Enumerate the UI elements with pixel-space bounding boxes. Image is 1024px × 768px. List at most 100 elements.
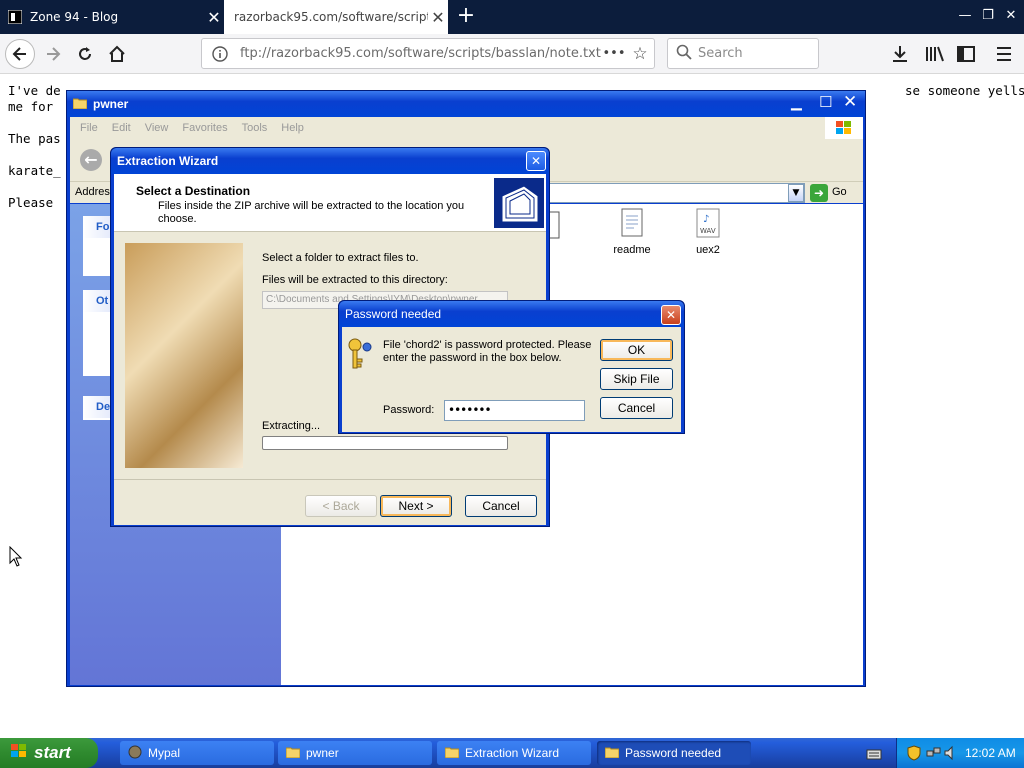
tab-close-icon[interactable]: ✕ (204, 8, 224, 27)
back-icon[interactable] (5, 39, 35, 69)
wizard-titlebar[interactable]: Extraction Wizard (111, 148, 549, 174)
maximize-icon[interactable]: ☐ (819, 93, 832, 111)
taskbar-item-extraction-wizard[interactable]: Extraction Wizard (437, 741, 591, 765)
network-icon[interactable] (925, 745, 941, 764)
menu-favorites[interactable]: Favorites (182, 122, 227, 134)
chevron-down-icon[interactable]: ▼ (788, 184, 804, 202)
wizard-divider (114, 479, 546, 480)
address-input[interactable] (540, 183, 805, 203)
reload-icon[interactable] (70, 39, 100, 69)
page-text-line: karate_ (8, 163, 61, 178)
explorer-menubar: File Edit View Favorites Tools Help (70, 117, 863, 139)
file-name: readme (613, 244, 651, 256)
minimize-icon[interactable]: — (954, 6, 976, 26)
info-icon[interactable] (208, 45, 232, 62)
search-icon (676, 44, 692, 64)
file-item[interactable]: readme (597, 208, 667, 262)
taskbar-item-label: Password needed (625, 746, 722, 760)
page-text-line: I've de (8, 83, 61, 98)
page-text-line: Please (8, 195, 61, 210)
back-button[interactable]: < Back (305, 495, 377, 517)
directory-label: Files will be extracted to this director… (262, 274, 448, 286)
wizard-side-image (125, 243, 243, 468)
windows-logo-icon (825, 117, 863, 139)
menu-icon[interactable] (994, 44, 1014, 68)
mypal-icon (128, 745, 142, 762)
key-icon (346, 337, 376, 375)
password-dialog: Password needed ✕ File 'chord2' is passw… (338, 300, 685, 434)
sidebar-icon[interactable] (956, 44, 976, 68)
system-tray: 12:02 AM (896, 738, 1024, 768)
search-input[interactable]: Search (667, 38, 819, 69)
windows-flag-icon (10, 743, 28, 764)
password-dialog-titlebar[interactable]: Password needed (339, 301, 684, 327)
next-button[interactable]: Next > (380, 495, 452, 517)
keyboard-icon[interactable] (866, 746, 882, 765)
bookmark-star-icon[interactable]: ☆ (626, 44, 654, 64)
security-shield-icon[interactable] (907, 745, 921, 764)
start-button[interactable]: start (0, 738, 98, 768)
minimize-icon[interactable]: ▁ (791, 95, 802, 111)
cancel-button[interactable]: Cancel (600, 397, 673, 419)
svg-text:♪: ♪ (703, 214, 709, 225)
cancel-button[interactable]: Cancel (465, 495, 537, 517)
explorer-title: pwner (93, 97, 129, 111)
tab-close-icon[interactable]: ✕ (428, 8, 448, 27)
close-icon[interactable]: ✕ (526, 151, 546, 171)
page-actions-icon[interactable]: ••• (602, 46, 626, 61)
back-icon[interactable]: ← (80, 149, 102, 171)
taskbar-item-pwner[interactable]: pwner (278, 741, 432, 765)
extracting-label: Extracting... (262, 420, 321, 432)
close-icon[interactable]: ✕ (661, 305, 681, 325)
file-item[interactable]: ♪ WAV uex2 (673, 208, 743, 262)
mouse-cursor-icon (9, 545, 23, 572)
menu-view[interactable]: View (145, 122, 169, 134)
tab-note-txt[interactable]: razorback95.com/software/scripts/bass ✕ (224, 0, 448, 34)
page-text-line-right: se someone yells at (905, 83, 1024, 98)
downloads-icon[interactable] (890, 44, 910, 68)
extraction-progress-bar (262, 436, 508, 450)
folder-icon (285, 746, 301, 761)
password-message: File 'chord2' is password protected. Ple… (383, 339, 592, 364)
go-arrow-icon[interactable]: ➜ (810, 184, 828, 202)
tab-title: Zone 94 - Blog (30, 10, 119, 24)
url-text: ftp://razorback95.com/software/scripts/b… (240, 46, 601, 61)
search-placeholder: Search (698, 46, 743, 61)
volume-icon[interactable] (943, 745, 959, 764)
home-icon[interactable] (102, 39, 132, 69)
page-text-line: The pas (8, 131, 61, 146)
page-text-line: me for (8, 99, 54, 114)
ok-button[interactable]: OK (600, 339, 673, 361)
wizard-header: Select a Destination Files inside the ZI… (114, 174, 546, 232)
menu-tools[interactable]: Tools (242, 122, 268, 134)
file-name: uex2 (696, 244, 720, 256)
restore-icon[interactable]: ❐ (977, 6, 999, 26)
new-tab-icon[interactable]: + (454, 4, 478, 28)
close-window-icon[interactable]: ✕ (1000, 6, 1022, 26)
close-icon[interactable]: ✕ (843, 92, 857, 112)
taskbar-item-password-needed[interactable]: Password needed (597, 741, 751, 765)
go-button[interactable]: Go (832, 186, 847, 198)
browser-tab-bar: Zone 94 - Blog ✕ razorback95.com/softwar… (0, 0, 1024, 34)
taskbar-item-label: Extraction Wizard (465, 746, 560, 760)
taskbar-item-label: pwner (306, 746, 339, 760)
wav-audio-icon: ♪ WAV (696, 208, 720, 238)
password-input[interactable]: ••••••• (444, 400, 585, 421)
menu-file[interactable]: File (80, 122, 98, 134)
skip-file-button[interactable]: Skip File (600, 368, 673, 390)
explorer-titlebar[interactable]: pwner (67, 91, 865, 117)
password-dialog-body: File 'chord2' is password protected. Ple… (342, 327, 681, 432)
start-label: start (34, 743, 71, 762)
menu-edit[interactable]: Edit (112, 122, 131, 134)
forward-icon[interactable] (38, 39, 68, 69)
clock[interactable]: 12:02 AM (965, 746, 1016, 760)
url-bar[interactable]: ftp://razorback95.com/software/scripts/b… (201, 38, 655, 69)
browser-nav-bar: ftp://razorback95.com/software/scripts/b… (0, 34, 1024, 74)
wizard-title: Extraction Wizard (117, 154, 219, 168)
taskbar: start Mypal pwner Extraction Wizard Pass… (0, 738, 1024, 768)
library-icon[interactable] (924, 44, 946, 68)
menu-help[interactable]: Help (281, 122, 304, 134)
password-dialog-title: Password needed (345, 307, 442, 321)
tab-zone94-blog[interactable]: Zone 94 - Blog ✕ (0, 0, 224, 34)
taskbar-item-mypal[interactable]: Mypal (120, 741, 274, 765)
